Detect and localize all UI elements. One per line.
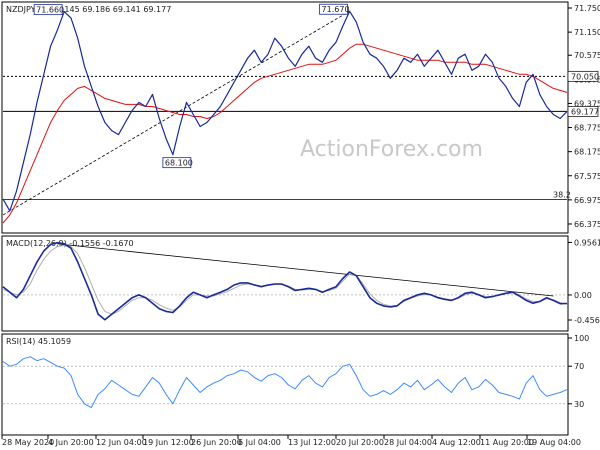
- macd-axis-label: 0.9561: [574, 238, 600, 247]
- x-axis-label: 19 Jun 12:00: [143, 438, 194, 447]
- rsi-axis-label: 30: [574, 400, 584, 409]
- price-marker-label: 70.050: [571, 72, 599, 81]
- x-axis-label: 19 Aug 04:00: [527, 438, 581, 447]
- x-axis-label: 11 Aug 20:00: [480, 438, 534, 447]
- macd-axis-label: -0.4564: [574, 316, 600, 325]
- price-marker-label: 69.177: [571, 107, 599, 116]
- x-axis-label: 26 Jun 20:00: [191, 438, 242, 447]
- forex-chart: ActionForex.com NZDJPY,H4 69.145 69.186 …: [0, 0, 600, 450]
- rsi-axis-label: 100: [574, 334, 589, 343]
- x-axis-label: 20 Jul 20:00: [336, 438, 384, 447]
- x-axis-label: 4 Jun 20:00: [48, 438, 94, 447]
- x-axis-label: 13 Jul 12:00: [288, 438, 336, 447]
- rsi-label: RSI(14) 45.1059: [6, 337, 71, 346]
- x-axis-label: 12 Jun 04:00: [96, 438, 147, 447]
- chart-title: NZDJPY,H4 69.145 69.186 69.141 69.177: [6, 5, 171, 14]
- x-axis-label: 28 Jul 04:00: [384, 438, 432, 447]
- price-axis-label: 67.575: [574, 172, 600, 181]
- price-axis-label: 71.750: [574, 4, 600, 13]
- x-axis-label: 28 May 2020: [2, 438, 54, 447]
- price-axis-label: 71.150: [574, 28, 600, 37]
- price-axis-label: 70.575: [574, 51, 600, 60]
- fib-level-label: 38.2: [553, 191, 571, 200]
- price-annotation-label: 68.100: [165, 159, 193, 168]
- x-axis-label: 4 Aug 12:00: [432, 438, 481, 447]
- price-axis-label: 66.375: [574, 220, 600, 229]
- price-annotation-label: 71.660: [36, 6, 64, 15]
- watermark: ActionForex.com: [300, 137, 483, 162]
- x-axis-label: 6 Jul 04:00: [238, 438, 281, 447]
- price-axis-label: 66.975: [574, 196, 600, 205]
- price-axis-label: 68.175: [574, 148, 600, 157]
- macd-axis-label: 0.00: [574, 291, 592, 300]
- price-axis-label: 68.775: [574, 124, 600, 133]
- rsi-axis-label: 70: [574, 362, 584, 371]
- price-annotation-label: 71.670: [322, 5, 350, 14]
